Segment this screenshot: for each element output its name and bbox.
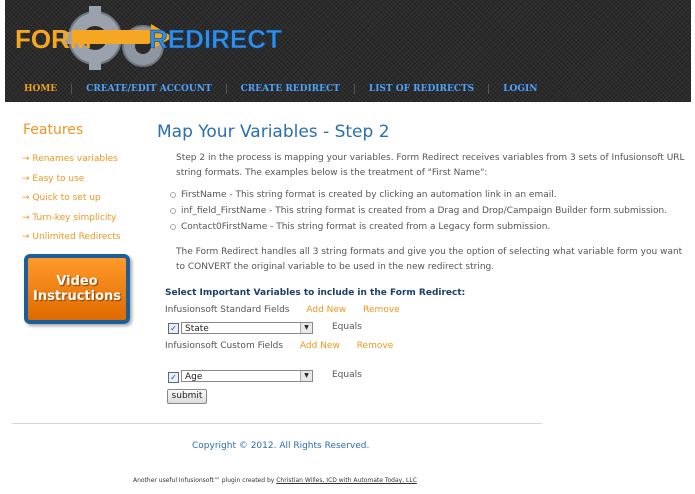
- custom-fields-label: Infusionsoft Custom Fields: [165, 341, 284, 351]
- logo-redirect-text: REDIRECT: [149, 24, 282, 54]
- nav-home[interactable]: HOME: [10, 84, 73, 94]
- custom-remove-link[interactable]: Remove: [357, 341, 394, 351]
- standard-field-checkbox[interactable]: ✓: [168, 323, 179, 334]
- standard-field-select[interactable]: State ▼: [181, 322, 313, 334]
- bullet-inf-field: inf_field_FirstName - This string format…: [170, 206, 667, 216]
- sidebar: Features → Renames variables → Easy to u…: [22, 118, 142, 252]
- page-title: Map Your Variables - Step 2: [157, 122, 390, 142]
- nav-create-edit-account[interactable]: CREATE/EDIT ACCOUNT: [72, 84, 227, 94]
- copyright-text: Copyright © 2012. All Rights Reserved.: [192, 441, 370, 451]
- standard-remove-link[interactable]: Remove: [363, 305, 400, 315]
- outro-paragraph: The Form Redirect handles all 3 string f…: [176, 247, 683, 272]
- instructions-label: Instructions: [32, 289, 121, 304]
- form-redirect-logo[interactable]: FORM REDIRECT: [13, 2, 313, 76]
- feature-item: → Unlimited Redirects: [22, 232, 121, 243]
- custom-fields-row: Infusionsoft Custom Fields Add New Remov…: [165, 341, 393, 351]
- standard-equals-label: Equals: [332, 322, 362, 332]
- intro-paragraph: Step 2 in the process is mapping your va…: [176, 153, 685, 178]
- bullet-contact0: Contact0FirstName - This string format i…: [170, 222, 550, 232]
- video-instructions-button[interactable]: Video Instructions: [24, 254, 130, 324]
- main-content: Map Your Variables - Step 2: [157, 118, 687, 142]
- chevron-down-icon: ▼: [300, 371, 312, 381]
- standard-fields-row: Infusionsoft Standard Fields Add New Rem…: [165, 305, 400, 315]
- bullet-icon: [170, 191, 176, 198]
- nav-login[interactable]: LOGIN: [489, 84, 551, 94]
- credit-line: Another useful Infusionsoft™ plugin crea…: [133, 477, 417, 484]
- bullet-icon: [170, 223, 176, 230]
- chevron-down-icon: ▼: [300, 323, 312, 333]
- custom-field-checkbox[interactable]: ✓: [168, 372, 179, 383]
- features-title: Features: [23, 122, 84, 138]
- video-label: Video: [56, 274, 98, 289]
- bullet-firstname: FirstName - This string format is create…: [170, 190, 557, 200]
- feature-item: → Quick to set up: [22, 193, 101, 204]
- nav-create-redirect[interactable]: CREATE REDIRECT: [227, 84, 355, 94]
- feature-item: → Easy to use: [22, 173, 85, 184]
- custom-add-new-link[interactable]: Add New: [300, 341, 340, 351]
- custom-field-select[interactable]: Age ▼: [181, 370, 313, 382]
- standard-fields-label: Infusionsoft Standard Fields: [165, 305, 290, 315]
- feature-item: → Turn-key simplicity: [22, 212, 117, 223]
- nav-list-of-redirects[interactable]: LIST OF REDIRECTS: [355, 84, 490, 94]
- bullet-icon: [170, 207, 176, 214]
- form-title: Select Important Variables to include in…: [165, 288, 466, 298]
- feature-item: → Renames variables: [22, 154, 118, 164]
- standard-add-new-link[interactable]: Add New: [306, 305, 346, 315]
- logo-form-text: FORM: [15, 24, 92, 54]
- main-nav: HOME CREATE/EDIT ACCOUNT CREATE REDIRECT…: [10, 80, 551, 98]
- site-header: FORM REDIRECT HOME CREATE/EDIT ACCOUNT C…: [5, 0, 691, 102]
- submit-button[interactable]: submit: [167, 389, 207, 404]
- custom-equals-label: Equals: [332, 370, 362, 380]
- footer-divider: [12, 423, 542, 424]
- credit-link[interactable]: Christian Willes, ICD with Automate Toda…: [276, 477, 417, 484]
